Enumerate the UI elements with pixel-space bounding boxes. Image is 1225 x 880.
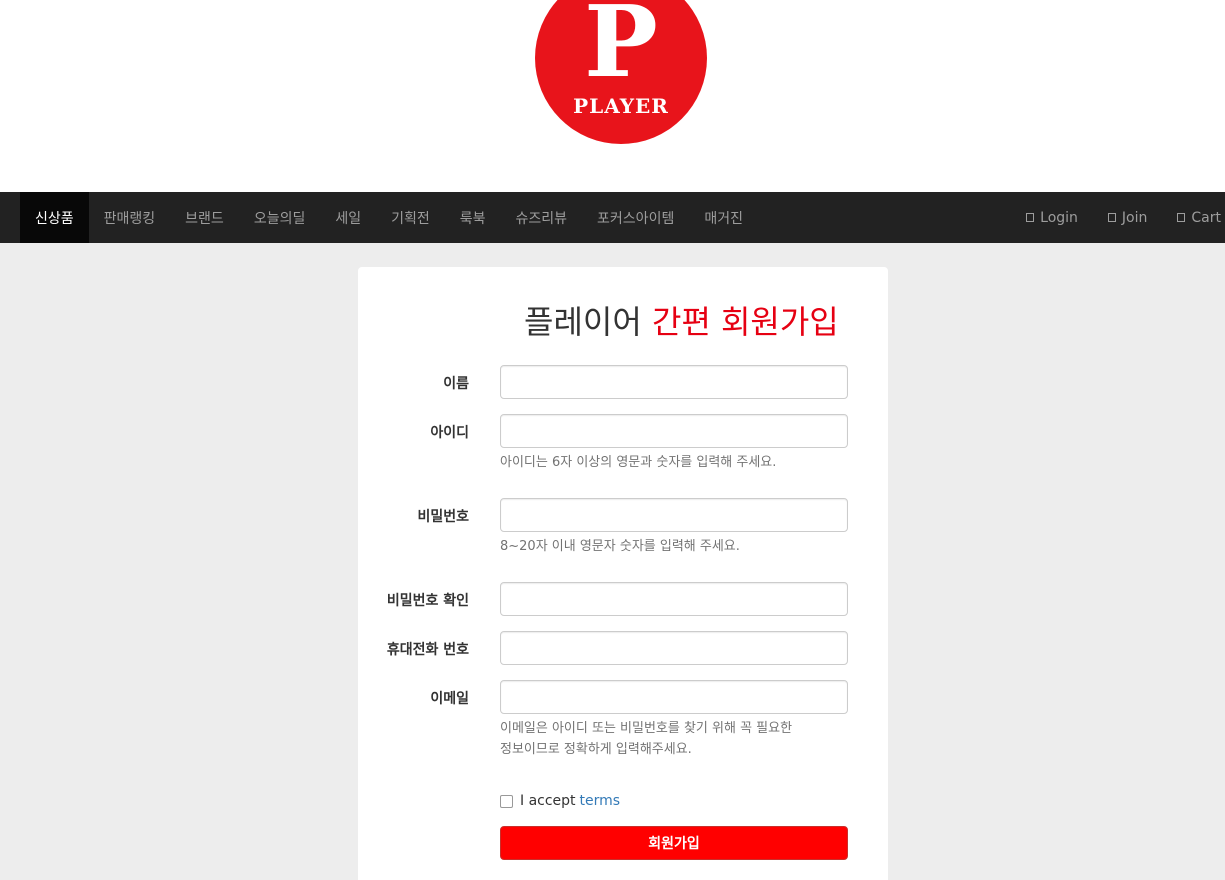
- name-label: 이름: [443, 376, 469, 392]
- nav-item-brand[interactable]: 브랜드: [170, 192, 239, 243]
- id-help-text: 아이디는 6자 이상의 영문과 숫자를 입력해 주세요.: [500, 455, 777, 470]
- signup-button[interactable]: 회원가입: [500, 826, 848, 860]
- nav-user-menu: Login Join Cart: [1011, 192, 1225, 243]
- nav-item-magazine[interactable]: 매거진: [689, 192, 758, 243]
- header: P PLAYER: [0, 0, 1225, 192]
- nav-item-todays-deal[interactable]: 오늘의딜: [239, 192, 321, 243]
- password-input[interactable]: [500, 498, 848, 532]
- login-link[interactable]: Login: [1011, 192, 1093, 243]
- logo-letter: P: [584, 0, 658, 100]
- title-text: 플레이어: [524, 303, 642, 341]
- email-help-line-1: 이메일은 아이디 또는 비밀번호를 찾기 위해 꼭 필요한: [500, 721, 793, 736]
- page-title: 플레이어 간편 회원가입: [524, 297, 839, 343]
- password-help-text: 8~20자 이내 영문자 숫자를 입력해 주세요.: [500, 539, 740, 554]
- title-highlight: 간편 회원가입: [651, 303, 839, 341]
- join-icon: [1107, 213, 1116, 222]
- id-label: 아이디: [430, 425, 469, 441]
- cart-label: Cart: [1191, 209, 1221, 226]
- nav-item-ranking[interactable]: 판매랭킹: [89, 192, 171, 243]
- join-label: Join: [1121, 209, 1148, 226]
- join-link[interactable]: Join: [1093, 192, 1162, 243]
- navbar: 신상품 판매랭킹 브랜드 오늘의딜 세일 기획전 룩북 슈즈리뷰 포커스아이템 …: [0, 192, 1225, 243]
- logo-word: PLAYER: [573, 94, 669, 118]
- id-input[interactable]: [500, 414, 848, 448]
- password-label: 비밀번호: [417, 509, 469, 525]
- phone-label: 휴대전화 번호: [386, 642, 469, 658]
- nav-item-promotion[interactable]: 기획전: [376, 192, 445, 243]
- email-help-text: 이메일은 아이디 또는 비밀번호를 찾기 위해 꼭 필요한 정보이므로 정확하게…: [500, 718, 848, 760]
- signup-card: 플레이어 간편 회원가입 이름 아이디 아이디는 6자 이상의 영문과 숫자를 …: [358, 267, 888, 880]
- phone-input[interactable]: [500, 631, 848, 665]
- terms-row: I accept terms: [500, 793, 620, 809]
- terms-link[interactable]: terms: [580, 793, 621, 809]
- password-confirm-label: 비밀번호 확인: [386, 593, 469, 609]
- email-help-line-2: 정보이므로 정확하게 입력해주세요.: [500, 742, 692, 757]
- player-logo[interactable]: P PLAYER: [535, 0, 707, 144]
- nav-menu: 신상품 판매랭킹 브랜드 오늘의딜 세일 기획전 룩북 슈즈리뷰 포커스아이템 …: [20, 192, 758, 243]
- nav-item-sale[interactable]: 세일: [320, 192, 376, 243]
- password-confirm-input[interactable]: [500, 582, 848, 616]
- terms-text: I accept: [520, 793, 576, 809]
- login-icon: [1026, 213, 1035, 222]
- email-input[interactable]: [500, 680, 848, 714]
- cart-link[interactable]: Cart: [1162, 192, 1225, 243]
- nav-item-focus-item[interactable]: 포커스아이템: [582, 192, 689, 243]
- nav-item-new[interactable]: 신상품: [20, 192, 89, 243]
- login-label: Login: [1040, 209, 1078, 226]
- cart-icon: [1177, 213, 1186, 222]
- email-label: 이메일: [430, 691, 469, 707]
- terms-checkbox[interactable]: [500, 794, 513, 808]
- nav-item-lookbook[interactable]: 룩북: [445, 192, 501, 243]
- name-input[interactable]: [500, 365, 848, 399]
- nav-item-shoes-review[interactable]: 슈즈리뷰: [501, 192, 583, 243]
